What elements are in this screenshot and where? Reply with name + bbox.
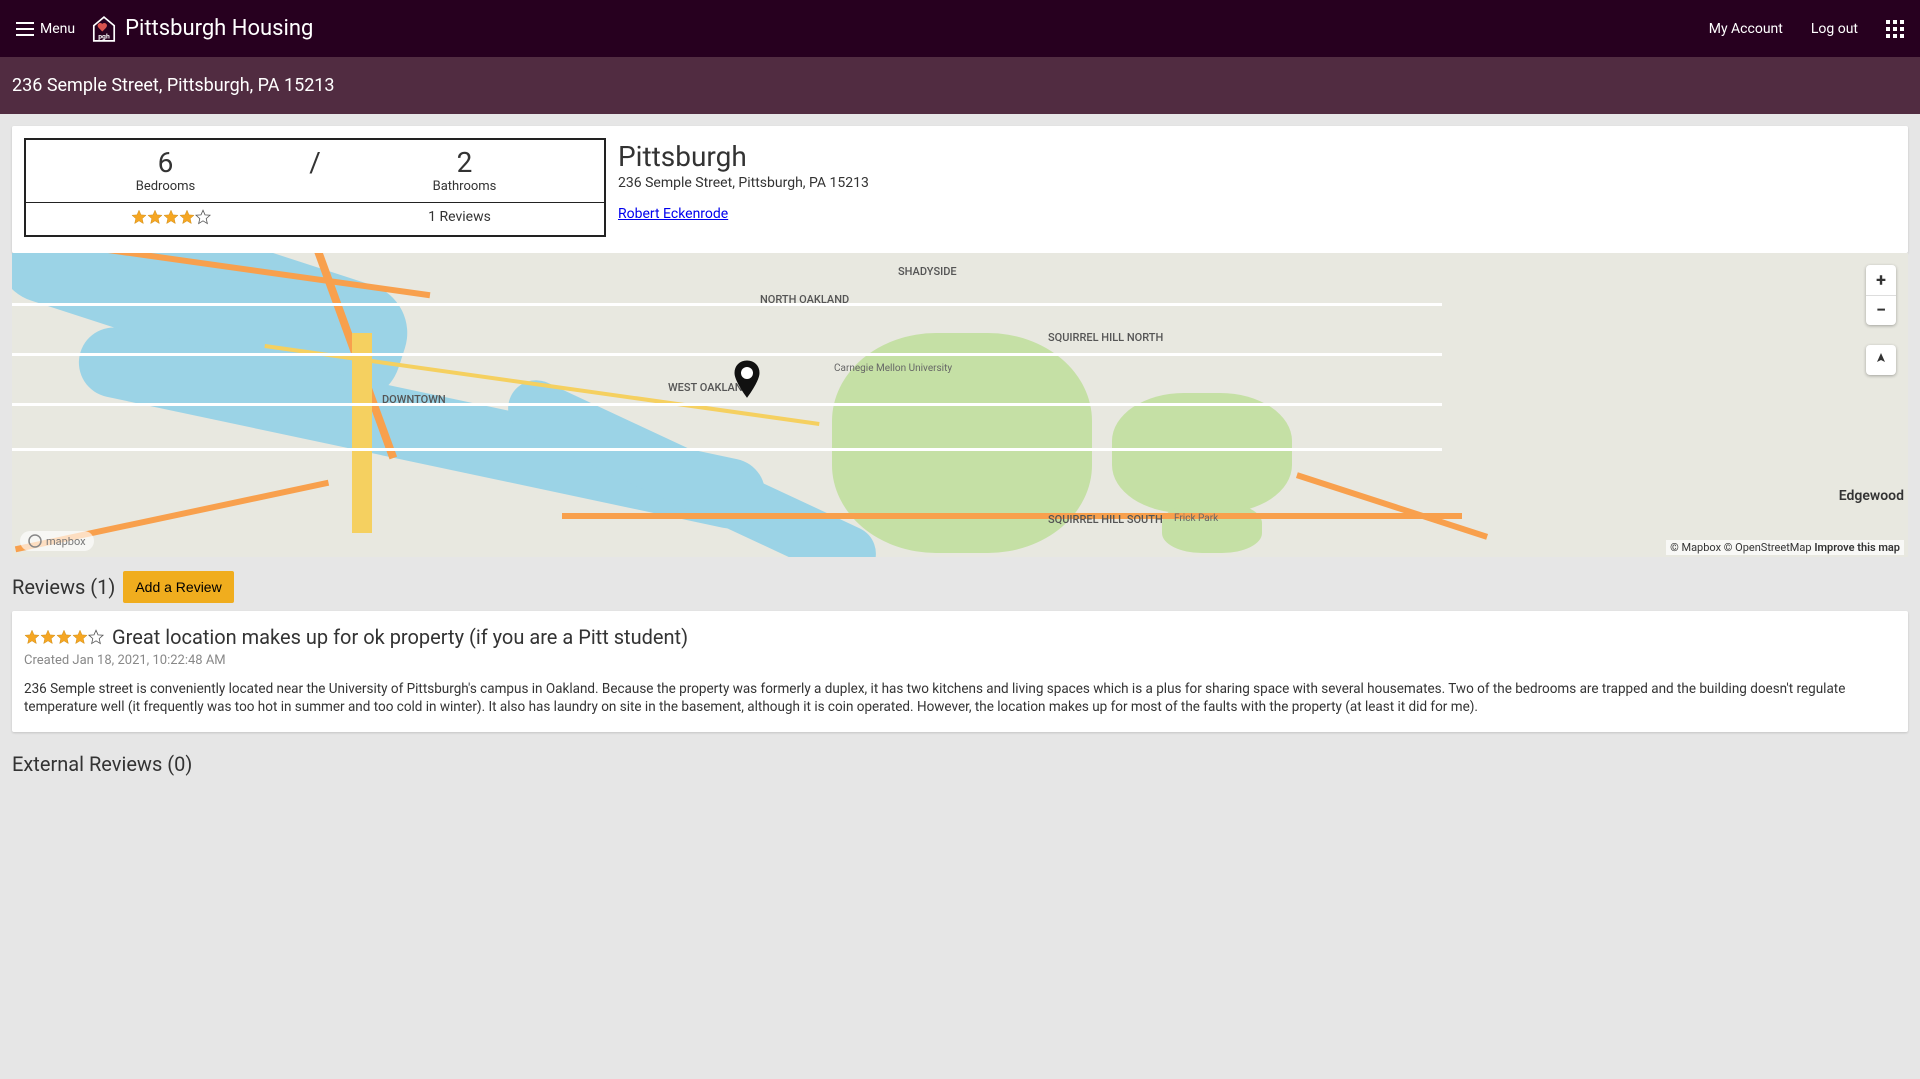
bathrooms-label: Bathrooms [325,179,604,194]
map-zoom-controls: + − [1866,265,1896,325]
stats-box: 6 Bedrooms / 2 Bathrooms 1 Reviews [24,138,606,237]
hamburger-icon [16,22,34,36]
apps-icon[interactable] [1886,20,1904,38]
zoom-out-button[interactable]: − [1866,295,1896,325]
review-stars [24,629,104,645]
star-filled-icon [147,209,163,225]
star-empty-icon [195,209,211,225]
map-attribution: © Mapbox © OpenStreetMap Improve this ma… [1666,540,1904,555]
star-filled-icon [163,209,179,225]
reviews-title: Reviews (1) [12,575,115,599]
star-empty-icon [88,629,104,645]
review-body: 236 Semple street is conveniently locate… [24,680,1896,716]
stats-row: 6 Bedrooms / 2 Bathrooms [26,140,604,202]
mapbox-logo[interactable]: mapbox [20,531,94,551]
compass-icon [1875,353,1887,367]
svg-text:pgh: pgh [98,32,110,40]
stats-row2: 1 Reviews [26,202,604,235]
bedrooms-cell: 6 Bedrooms [26,140,305,202]
review-card: Great location makes up for ok property … [12,611,1908,732]
add-review-button[interactable]: Add a Review [123,571,233,603]
review-meta: Created Jan 18, 2021, 10:22:48 AM [24,653,1896,668]
map-pin-icon [732,359,762,399]
menu-button[interactable]: Menu [16,21,75,37]
stat-separator: / [305,140,325,202]
review-title: Great location makes up for ok property … [112,625,688,649]
reviews-header: Reviews (1) Add a Review [12,557,1908,611]
compass-button[interactable] [1866,345,1896,375]
star-filled-icon [24,629,40,645]
map-label-edgewood: Edgewood [1839,488,1904,504]
bedrooms-label: Bedrooms [26,179,305,194]
property-stars [131,209,211,225]
attrib-mapbox-link[interactable]: © Mapbox [1670,541,1721,554]
top-nav: Menu pgh Pittsburgh Housing My Account L… [0,0,1920,57]
bathrooms-cell: 2 Bathrooms [325,140,604,202]
rating-cell [26,203,315,235]
property-owner-link[interactable]: Robert Eckenrode [618,206,728,222]
property-title-block: Pittsburgh 236 Semple Street, Pittsburgh… [618,138,869,222]
nav-left: Menu pgh Pittsburgh Housing [16,12,313,46]
review-count: 1 Reviews [315,203,604,235]
zoom-in-button[interactable]: + [1866,265,1896,295]
page-address: 236 Semple Street, Pittsburgh, PA 15213 [12,75,335,96]
property-city: Pittsburgh [618,140,869,173]
map-bg: DOWNTOWN WEST OAKLAND NORTH OAKLAND SHAD… [12,253,1908,557]
property-address: 236 Semple Street, Pittsburgh, PA 15213 [618,175,869,191]
my-account-link[interactable]: My Account [1709,21,1783,37]
star-filled-icon [179,209,195,225]
bedrooms-value: 6 [26,146,305,179]
nav-right: My Account Log out [1709,20,1904,38]
logo-block[interactable]: pgh Pittsburgh Housing [87,12,313,46]
menu-label: Menu [40,21,75,37]
brand-title: Pittsburgh Housing [125,16,313,41]
log-out-link[interactable]: Log out [1811,21,1858,37]
review-title-line: Great location makes up for ok property … [24,625,1896,649]
attrib-osm-link[interactable]: © OpenStreetMap [1724,541,1812,554]
external-reviews-title: External Reviews (0) [12,732,1908,796]
property-card: 6 Bedrooms / 2 Bathrooms 1 Reviews Pitts… [12,126,1908,253]
bathrooms-value: 2 [325,146,604,179]
sub-header: 236 Semple Street, Pittsburgh, PA 15213 [0,57,1920,114]
mapbox-icon [28,534,42,548]
star-filled-icon [72,629,88,645]
improve-map-link[interactable]: Improve this map [1814,541,1900,554]
star-filled-icon [131,209,147,225]
star-filled-icon [56,629,72,645]
content: 6 Bedrooms / 2 Bathrooms 1 Reviews Pitts… [0,114,1920,808]
map[interactable]: DOWNTOWN WEST OAKLAND NORTH OAKLAND SHAD… [12,253,1908,557]
star-filled-icon [40,629,56,645]
logo-icon: pgh [87,12,121,46]
